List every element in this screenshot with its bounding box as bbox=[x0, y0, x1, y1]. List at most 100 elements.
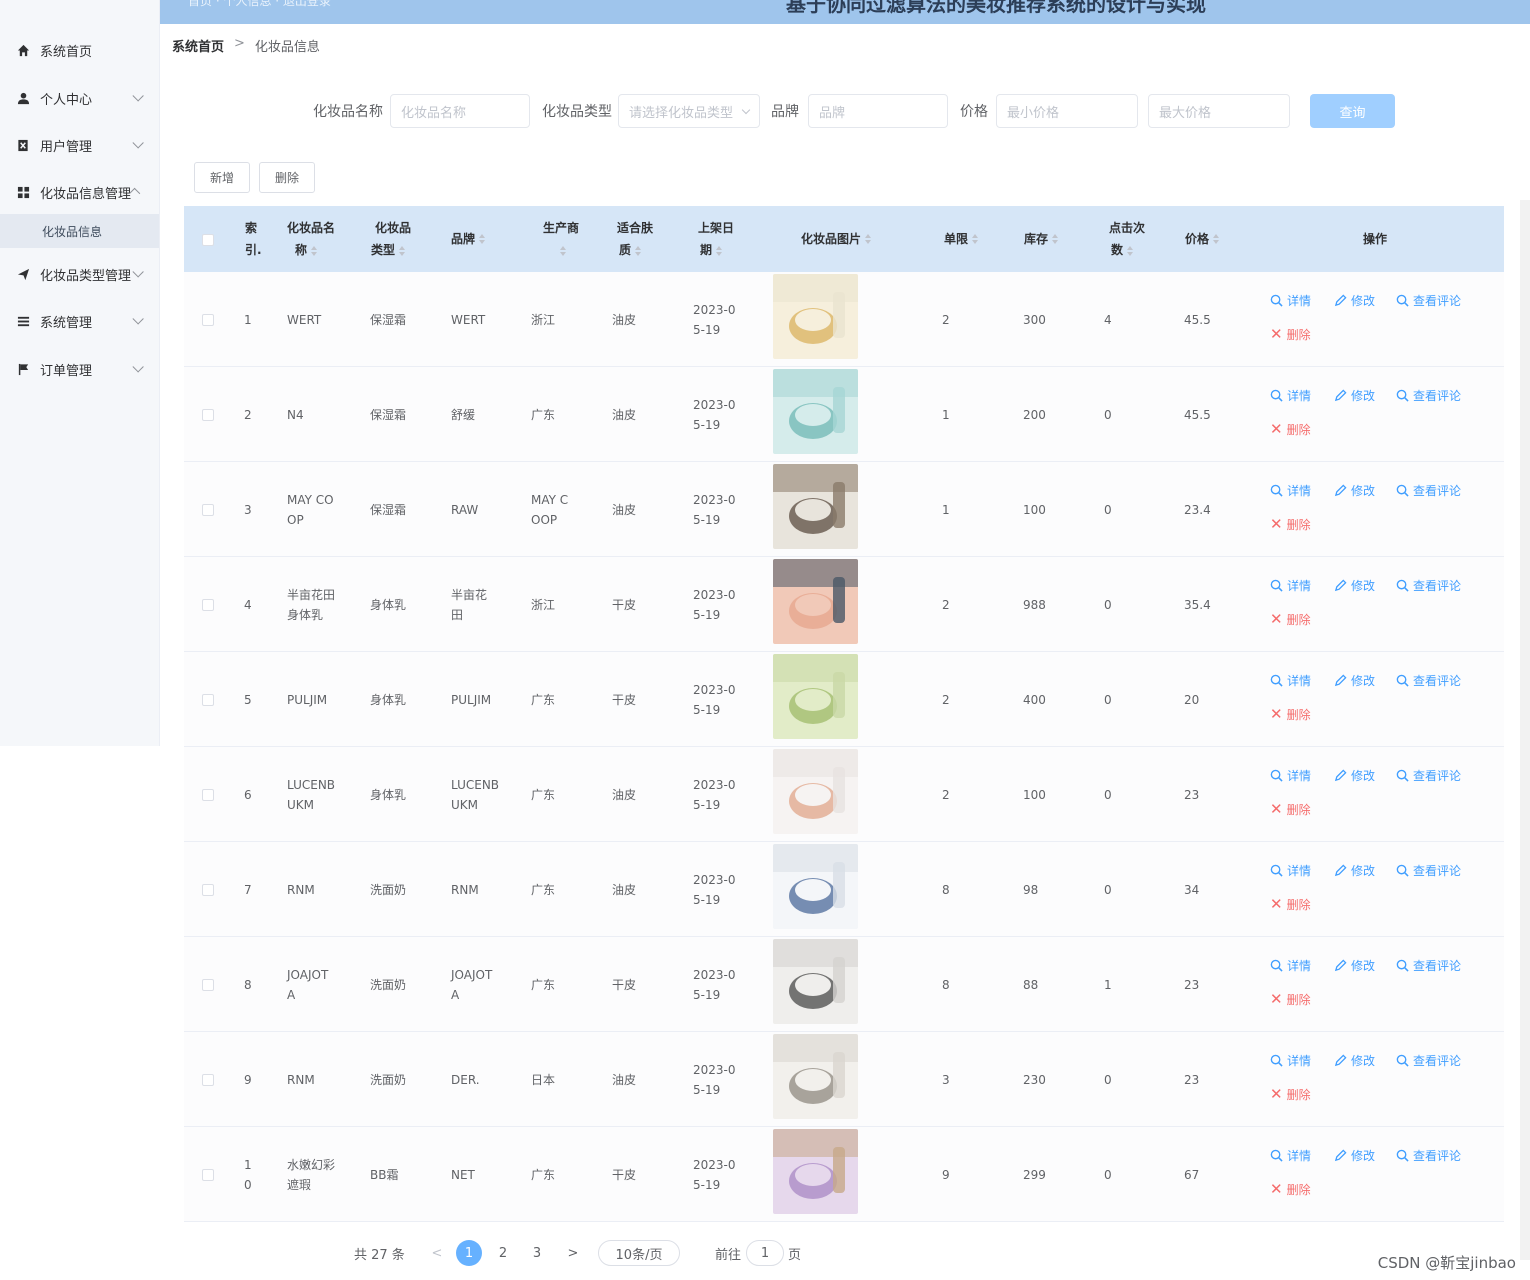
row-delete-button[interactable]: ✕ 删除 bbox=[1270, 420, 1311, 438]
query-button[interactable]: 查询 bbox=[1310, 94, 1395, 128]
col-clicks[interactable]: 点击次 数 bbox=[1109, 206, 1159, 272]
edit-button[interactable]: 修改 bbox=[1334, 1052, 1375, 1069]
view-comments-button[interactable]: 查看评论 bbox=[1396, 767, 1461, 784]
sidebar-item-profile[interactable]: 个人中心 bbox=[0, 76, 160, 120]
col-type[interactable]: 化妆品 类型 bbox=[371, 206, 421, 272]
col-limit[interactable]: 单限 bbox=[944, 206, 994, 272]
col-maker[interactable]: 生产商 bbox=[536, 206, 586, 272]
row-delete-button[interactable]: ✕ 删除 bbox=[1270, 990, 1311, 1008]
sidebar-subitem-cosmetics[interactable]: 化妆品信息 bbox=[0, 214, 159, 248]
type-select[interactable]: 请选择化妆品类型 bbox=[618, 94, 760, 128]
detail-button[interactable]: 详情 bbox=[1270, 1052, 1311, 1069]
detail-button[interactable]: 详情 bbox=[1270, 577, 1311, 594]
sidebar-item-home[interactable]: 系统首页 bbox=[0, 28, 160, 72]
pager-goto-input[interactable]: 1 bbox=[746, 1240, 784, 1266]
col-date[interactable]: 上架日 期 bbox=[698, 206, 748, 272]
sidebar-item-orders[interactable]: 订单管理 bbox=[0, 347, 160, 391]
edit-button[interactable]: 修改 bbox=[1334, 577, 1375, 594]
edit-button[interactable]: 修改 bbox=[1334, 292, 1375, 309]
row-delete-button[interactable]: ✕ 删除 bbox=[1270, 705, 1311, 723]
col-price[interactable]: 价格 bbox=[1185, 206, 1235, 272]
row-delete-button[interactable]: ✕ 删除 bbox=[1270, 325, 1311, 343]
edit-button[interactable]: 修改 bbox=[1334, 957, 1375, 974]
row-checkbox[interactable] bbox=[202, 1074, 214, 1086]
edit-button[interactable]: 修改 bbox=[1334, 1147, 1375, 1164]
col-image[interactable]: 化妆品图片 bbox=[801, 206, 911, 272]
row-delete-button[interactable]: ✕ 删除 bbox=[1270, 1085, 1311, 1103]
sort-icon[interactable] bbox=[479, 234, 486, 244]
sort-icon[interactable] bbox=[560, 245, 566, 256]
edit-button[interactable]: 修改 bbox=[1334, 672, 1375, 689]
view-comments-button[interactable]: 查看评论 bbox=[1396, 292, 1461, 309]
row-checkbox[interactable] bbox=[202, 884, 214, 896]
sort-icon[interactable] bbox=[399, 245, 406, 256]
view-comments-button[interactable]: 查看评论 bbox=[1396, 672, 1461, 689]
row-checkbox[interactable] bbox=[202, 1169, 214, 1181]
pager-next-button[interactable]: > bbox=[560, 1240, 586, 1266]
view-comments-button[interactable]: 查看评论 bbox=[1396, 1147, 1461, 1164]
select-all-checkbox[interactable] bbox=[202, 234, 214, 246]
detail-button[interactable]: 详情 bbox=[1270, 387, 1311, 404]
view-comments-button[interactable]: 查看评论 bbox=[1396, 957, 1461, 974]
edit-button[interactable]: 修改 bbox=[1334, 482, 1375, 499]
max-price-input[interactable]: 最大价格 bbox=[1148, 94, 1290, 128]
edit-button[interactable]: 修改 bbox=[1334, 387, 1375, 404]
sort-icon[interactable] bbox=[865, 234, 872, 244]
sidebar-item-system[interactable]: 系统管理 bbox=[0, 299, 160, 343]
sort-icon[interactable] bbox=[972, 234, 979, 244]
view-comments-button[interactable]: 查看评论 bbox=[1396, 577, 1461, 594]
sidebar-item-cosmetics-info[interactable]: 化妆品信息管理 bbox=[0, 170, 160, 214]
detail-button[interactable]: 详情 bbox=[1270, 767, 1311, 784]
row-delete-button[interactable]: ✕ 删除 bbox=[1270, 895, 1311, 913]
pager-page-2[interactable]: 2 bbox=[490, 1240, 516, 1266]
product-image[interactable] bbox=[773, 844, 858, 929]
product-image[interactable] bbox=[773, 749, 858, 834]
product-image[interactable] bbox=[773, 274, 858, 359]
sort-icon[interactable] bbox=[1127, 245, 1134, 256]
detail-button[interactable]: 详情 bbox=[1270, 482, 1311, 499]
detail-button[interactable]: 详情 bbox=[1270, 672, 1311, 689]
product-image[interactable] bbox=[773, 369, 858, 454]
row-checkbox[interactable] bbox=[202, 314, 214, 326]
sort-icon[interactable] bbox=[1052, 234, 1059, 244]
view-comments-button[interactable]: 查看评论 bbox=[1396, 1052, 1461, 1069]
detail-button[interactable]: 详情 bbox=[1270, 862, 1311, 879]
row-checkbox[interactable] bbox=[202, 504, 214, 516]
row-checkbox[interactable] bbox=[202, 979, 214, 991]
edit-button[interactable]: 修改 bbox=[1334, 862, 1375, 879]
detail-button[interactable]: 详情 bbox=[1270, 957, 1311, 974]
col-name[interactable]: 化妆品名 称 bbox=[287, 206, 347, 272]
sidebar-item-cosmetic-types[interactable]: 化妆品类型管理 bbox=[0, 252, 160, 296]
delete-button[interactable]: 删除 bbox=[259, 162, 315, 193]
header-links[interactable]: 首页 · 个人信息 · 退出登录 bbox=[188, 0, 331, 9]
sort-icon[interactable] bbox=[635, 245, 642, 256]
edit-button[interactable]: 修改 bbox=[1334, 767, 1375, 784]
view-comments-button[interactable]: 查看评论 bbox=[1396, 862, 1461, 879]
product-image[interactable] bbox=[773, 654, 858, 739]
row-checkbox[interactable] bbox=[202, 409, 214, 421]
row-delete-button[interactable]: ✕ 删除 bbox=[1270, 800, 1311, 818]
pager-page-3[interactable]: 3 bbox=[524, 1240, 550, 1266]
row-delete-button[interactable]: ✕ 删除 bbox=[1270, 515, 1311, 533]
pager-page-1[interactable]: 1 bbox=[456, 1240, 482, 1266]
sort-icon[interactable] bbox=[716, 245, 723, 256]
view-comments-button[interactable]: 查看评论 bbox=[1396, 482, 1461, 499]
pager-prev-button[interactable]: < bbox=[424, 1240, 450, 1266]
view-comments-button[interactable]: 查看评论 bbox=[1396, 387, 1461, 404]
col-index[interactable]: 索 引. bbox=[245, 206, 275, 272]
min-price-input[interactable]: 最小价格 bbox=[996, 94, 1138, 128]
page-size-select[interactable]: 10条/页 bbox=[598, 1240, 680, 1266]
name-input[interactable]: 化妆品名称 bbox=[390, 94, 530, 128]
col-skin[interactable]: 适合肤 质 bbox=[617, 206, 667, 272]
sidebar-item-users[interactable]: 用户管理 bbox=[0, 123, 160, 167]
detail-button[interactable]: 详情 bbox=[1270, 292, 1311, 309]
row-checkbox[interactable] bbox=[202, 694, 214, 706]
add-button[interactable]: 新增 bbox=[194, 162, 250, 193]
row-checkbox[interactable] bbox=[202, 789, 214, 801]
row-checkbox[interactable] bbox=[202, 599, 214, 611]
product-image[interactable] bbox=[773, 464, 858, 549]
detail-button[interactable]: 详情 bbox=[1270, 1147, 1311, 1164]
sort-icon[interactable] bbox=[1213, 234, 1220, 244]
col-stock[interactable]: 库存 bbox=[1024, 206, 1074, 272]
product-image[interactable] bbox=[773, 1129, 858, 1214]
